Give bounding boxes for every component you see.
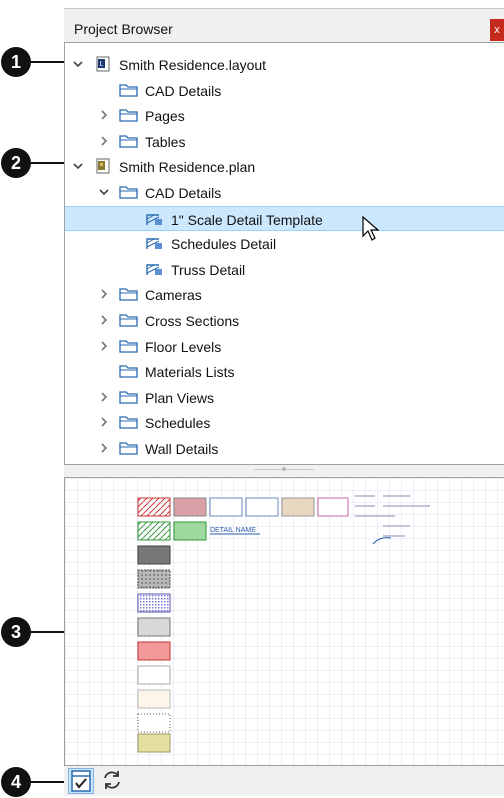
tree-row[interactable]: Schedules <box>65 410 504 435</box>
tree-item-label: Cross Sections <box>145 313 240 329</box>
svg-text:DETAIL NAME: DETAIL NAME <box>210 527 256 534</box>
tree-row[interactable]: CAD Details <box>65 78 504 103</box>
layout-file-icon: L <box>93 56 113 72</box>
chevron-right-icon[interactable] <box>97 414 111 430</box>
tree-row[interactable]: Smith Residence.plan <box>65 154 504 179</box>
tree-row[interactable]: Wall Details <box>65 436 504 461</box>
callout-1-leader <box>31 61 67 63</box>
tree-row[interactable]: Floor Levels <box>65 334 504 359</box>
folder-icon <box>119 414 139 430</box>
tree-row[interactable]: Schedules Detail <box>65 231 504 256</box>
callout-1: 1 <box>1 47 31 77</box>
chevron-right-icon[interactable] <box>97 107 111 123</box>
plan-file-icon <box>93 158 113 174</box>
tree-item-label: Floor Levels <box>145 338 222 355</box>
mouse-cursor-icon <box>362 216 380 241</box>
callout-4: 4 <box>1 767 31 797</box>
tree-item-label: Cameras <box>145 287 202 304</box>
folder-icon <box>119 338 139 354</box>
tree-item-label: Smith Residence.plan <box>119 159 256 176</box>
preview-toggle-button[interactable] <box>68 768 94 794</box>
refresh-button[interactable] <box>100 768 126 794</box>
tree-row[interactable]: Truss Detail <box>65 257 504 282</box>
tree-row[interactable]: CAD Details <box>65 180 504 205</box>
folder-icon <box>119 286 139 302</box>
bottom-toolbar <box>64 766 504 796</box>
chevron-right-icon[interactable] <box>97 389 111 405</box>
tree-row[interactable]: L Smith Residence.layout <box>65 52 504 77</box>
tree-row[interactable]: Cameras <box>65 282 504 307</box>
chevron-right-icon[interactable] <box>97 338 111 354</box>
project-browser-panel: Project Browser x L Smith Residence.layou… <box>64 8 504 796</box>
folder-icon <box>119 440 139 456</box>
folder-icon <box>119 389 139 405</box>
folder-icon <box>119 107 139 123</box>
tree-item-label: Wall Details <box>145 441 219 457</box>
chevron-right-icon[interactable] <box>97 286 111 302</box>
tree-item-label: Schedules Detail <box>171 236 277 253</box>
tree-item-label: Truss Detail <box>171 261 246 278</box>
splitter-handle[interactable] <box>64 465 504 475</box>
folder-icon <box>119 312 139 328</box>
callout-2: 2 <box>1 148 31 178</box>
tree-row[interactable]: Plan Views <box>65 385 504 410</box>
tree-item-label: CAD Details <box>145 82 222 99</box>
tree-item-label: Pages <box>145 108 185 125</box>
chevron-right-icon[interactable] <box>97 133 111 149</box>
tree-item-label: Schedules <box>145 415 211 432</box>
folder-icon <box>119 363 139 379</box>
callout-3: 3 <box>1 617 31 647</box>
tree-item-label: CAD Details <box>145 185 222 201</box>
tree-row[interactable]: Pages <box>65 103 504 128</box>
tree-item-label: Smith Residence.layout <box>119 57 267 73</box>
tree-item-label: Tables <box>145 133 186 150</box>
chevron-down-icon[interactable] <box>97 184 111 200</box>
chevron-right-icon[interactable] <box>97 312 111 328</box>
tree-row[interactable]: Materials Lists <box>65 359 504 384</box>
panel-titlebar: Project Browser x <box>64 8 504 41</box>
callout-4-leader <box>31 781 67 783</box>
folder-icon <box>119 184 139 200</box>
tree-row[interactable]: Tables <box>65 129 504 154</box>
tree-item-label: Plan Views <box>145 389 215 406</box>
preview-pane: DETAIL NAME <box>64 477 504 766</box>
preview-toggle-icon <box>71 770 91 792</box>
folder-icon <box>119 82 139 98</box>
tree-item-label: Materials Lists <box>145 364 235 381</box>
chevron-down-icon[interactable] <box>71 56 85 72</box>
tree-row[interactable]: Cross Sections <box>65 308 504 333</box>
chevron-down-icon[interactable] <box>71 158 85 174</box>
cad-detail-icon <box>145 235 165 251</box>
refresh-icon <box>104 771 120 789</box>
cad-detail-icon <box>145 211 165 227</box>
project-tree[interactable]: L Smith Residence.layout CAD Details Pages T… <box>64 42 504 465</box>
callout-2-leader <box>31 162 67 164</box>
cad-detail-preview: DETAIL NAME <box>65 478 504 765</box>
callout-3-leader <box>31 631 65 633</box>
close-button[interactable]: x <box>490 19 504 41</box>
panel-title: Project Browser <box>74 21 173 37</box>
splitter-grip-dot <box>282 467 286 471</box>
tree-row[interactable]: 1" Scale Detail Template <box>65 205 504 231</box>
svg-text:L: L <box>100 61 104 68</box>
cad-detail-icon <box>145 261 165 277</box>
chevron-right-icon[interactable] <box>97 440 111 456</box>
folder-icon <box>119 133 139 149</box>
tree-item-label: 1" Scale Detail Template <box>171 211 323 228</box>
